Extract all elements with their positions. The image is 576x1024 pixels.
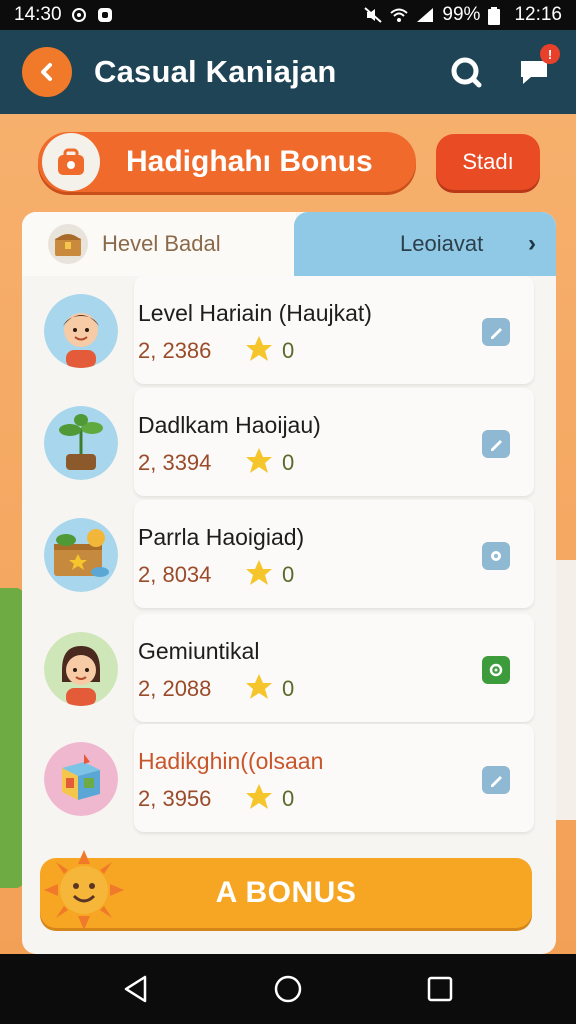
list-item-stars: 0 <box>282 786 295 811</box>
eye-icon <box>489 663 503 677</box>
chevron-right-icon: › <box>528 230 536 257</box>
star-icon <box>244 446 274 476</box>
avatar-boy-icon <box>44 294 118 368</box>
edit-button[interactable] <box>482 430 510 458</box>
list-item-stars: 0 <box>282 562 295 587</box>
pencil-icon <box>491 776 502 787</box>
list-item[interactable]: Hadikghin((olsaan 2, 3956 0 <box>22 724 556 836</box>
list-item-title: Parrla Haoigiad) <box>138 524 305 550</box>
list-item-stars: 0 <box>282 676 295 701</box>
list-item-stars: 0 <box>282 338 295 363</box>
list-item-score: 2, 3956 <box>138 786 212 811</box>
tab-bar: Hevel Badal Leoiavat › <box>22 212 556 276</box>
square-recents-icon <box>427 976 453 1002</box>
triangle-back-icon <box>124 975 147 1003</box>
star-icon <box>244 558 274 588</box>
chevron-left-icon <box>41 63 52 81</box>
notification-badge: ! <box>540 44 560 64</box>
list-item-score: 2, 3394 <box>138 450 212 475</box>
system-nav-bar <box>0 954 576 1024</box>
list-item[interactable]: Level Hariain (Haujkat) 2, 2386 0 <box>22 276 556 388</box>
status-battery: 99% <box>442 4 481 25</box>
search-icon <box>451 57 482 88</box>
avatar-plant-icon <box>44 406 118 480</box>
avatar-crate-icon <box>44 518 118 592</box>
avatar-girl-icon <box>44 632 118 706</box>
signal-icon <box>416 7 434 23</box>
bonus-banner[interactable]: Hadighahı Bonus <box>38 132 416 192</box>
list-item-title: Hadikghin((olsaan <box>138 748 324 774</box>
star-icon <box>244 334 274 364</box>
notification-icon <box>70 7 88 23</box>
list-item-background <box>134 388 534 496</box>
star-icon <box>244 672 274 702</box>
edit-button[interactable] <box>482 766 510 794</box>
record-icon <box>491 551 501 561</box>
nav-home-button[interactable] <box>268 969 308 1009</box>
bonus-button-label: A BONUS <box>215 876 357 909</box>
star-icon <box>244 782 274 812</box>
list-item-title: Level Hariain (Haujkat) <box>138 300 372 326</box>
mute-icon <box>364 7 383 23</box>
list-item[interactable]: Gemiuntikal 2, 2088 0 <box>22 614 556 726</box>
sun-mascot-icon <box>44 850 124 930</box>
circle-home-icon <box>274 975 302 1003</box>
gift-icon <box>42 133 100 191</box>
status-time-left: 14:30 <box>14 4 62 25</box>
tab-level-label: Hevel Badal <box>102 231 221 256</box>
treasure-chest-icon <box>48 224 88 264</box>
list-item-background <box>134 724 534 832</box>
nav-recents-button[interactable] <box>420 969 460 1009</box>
bonus-banner-label: Hadighahı Bonus <box>126 145 373 178</box>
decorative-green-panel <box>0 588 24 888</box>
start-button[interactable]: Stadı <box>436 134 540 190</box>
list-item-background <box>134 276 534 384</box>
list-item[interactable]: Parrla Haoigiad) 2, 8034 0 <box>22 500 556 612</box>
avatar-cube-icon <box>44 742 118 816</box>
edit-button[interactable] <box>482 318 510 346</box>
tab-leaderboard-label: Leoiavat <box>400 231 484 256</box>
list-item-title: Gemiuntikal <box>138 638 260 664</box>
nav-back-button[interactable] <box>116 969 156 1009</box>
pencil-icon <box>491 328 502 339</box>
app-header: Casual Kaniajan ! <box>0 30 576 114</box>
page-title: Casual Kaniajan <box>94 54 337 89</box>
list-item-stars: 0 <box>282 450 295 475</box>
tab-level[interactable]: Hevel Badal <box>22 212 296 276</box>
view-button[interactable] <box>482 656 510 684</box>
back-button[interactable] <box>22 47 72 97</box>
list-item-title: Dadlkam Haoijau) <box>138 412 321 438</box>
list-item-background <box>134 500 534 608</box>
list-item-score: 2, 2088 <box>138 676 212 701</box>
status-clock: 12:16 <box>514 4 562 25</box>
wifi-icon <box>390 7 409 23</box>
list-item-score: 2, 2386 <box>138 338 212 363</box>
chat-button[interactable]: ! <box>514 44 560 92</box>
pencil-icon <box>491 440 502 451</box>
record-button[interactable] <box>482 542 510 570</box>
list-item-background <box>134 614 534 722</box>
list-item[interactable]: Dadlkam Haoijau) 2, 3394 0 <box>22 388 556 500</box>
status-bar: 14:30 99% 12:16 <box>0 0 576 30</box>
list-item-score: 2, 8034 <box>138 562 212 587</box>
search-button[interactable] <box>446 52 486 92</box>
battery-icon <box>488 7 506 25</box>
tab-leaderboard[interactable]: Leoiavat › <box>294 212 556 276</box>
app-icon <box>96 7 114 23</box>
main-card: Hevel Badal Leoiavat › Level Hariain (Ha… <box>22 212 556 954</box>
